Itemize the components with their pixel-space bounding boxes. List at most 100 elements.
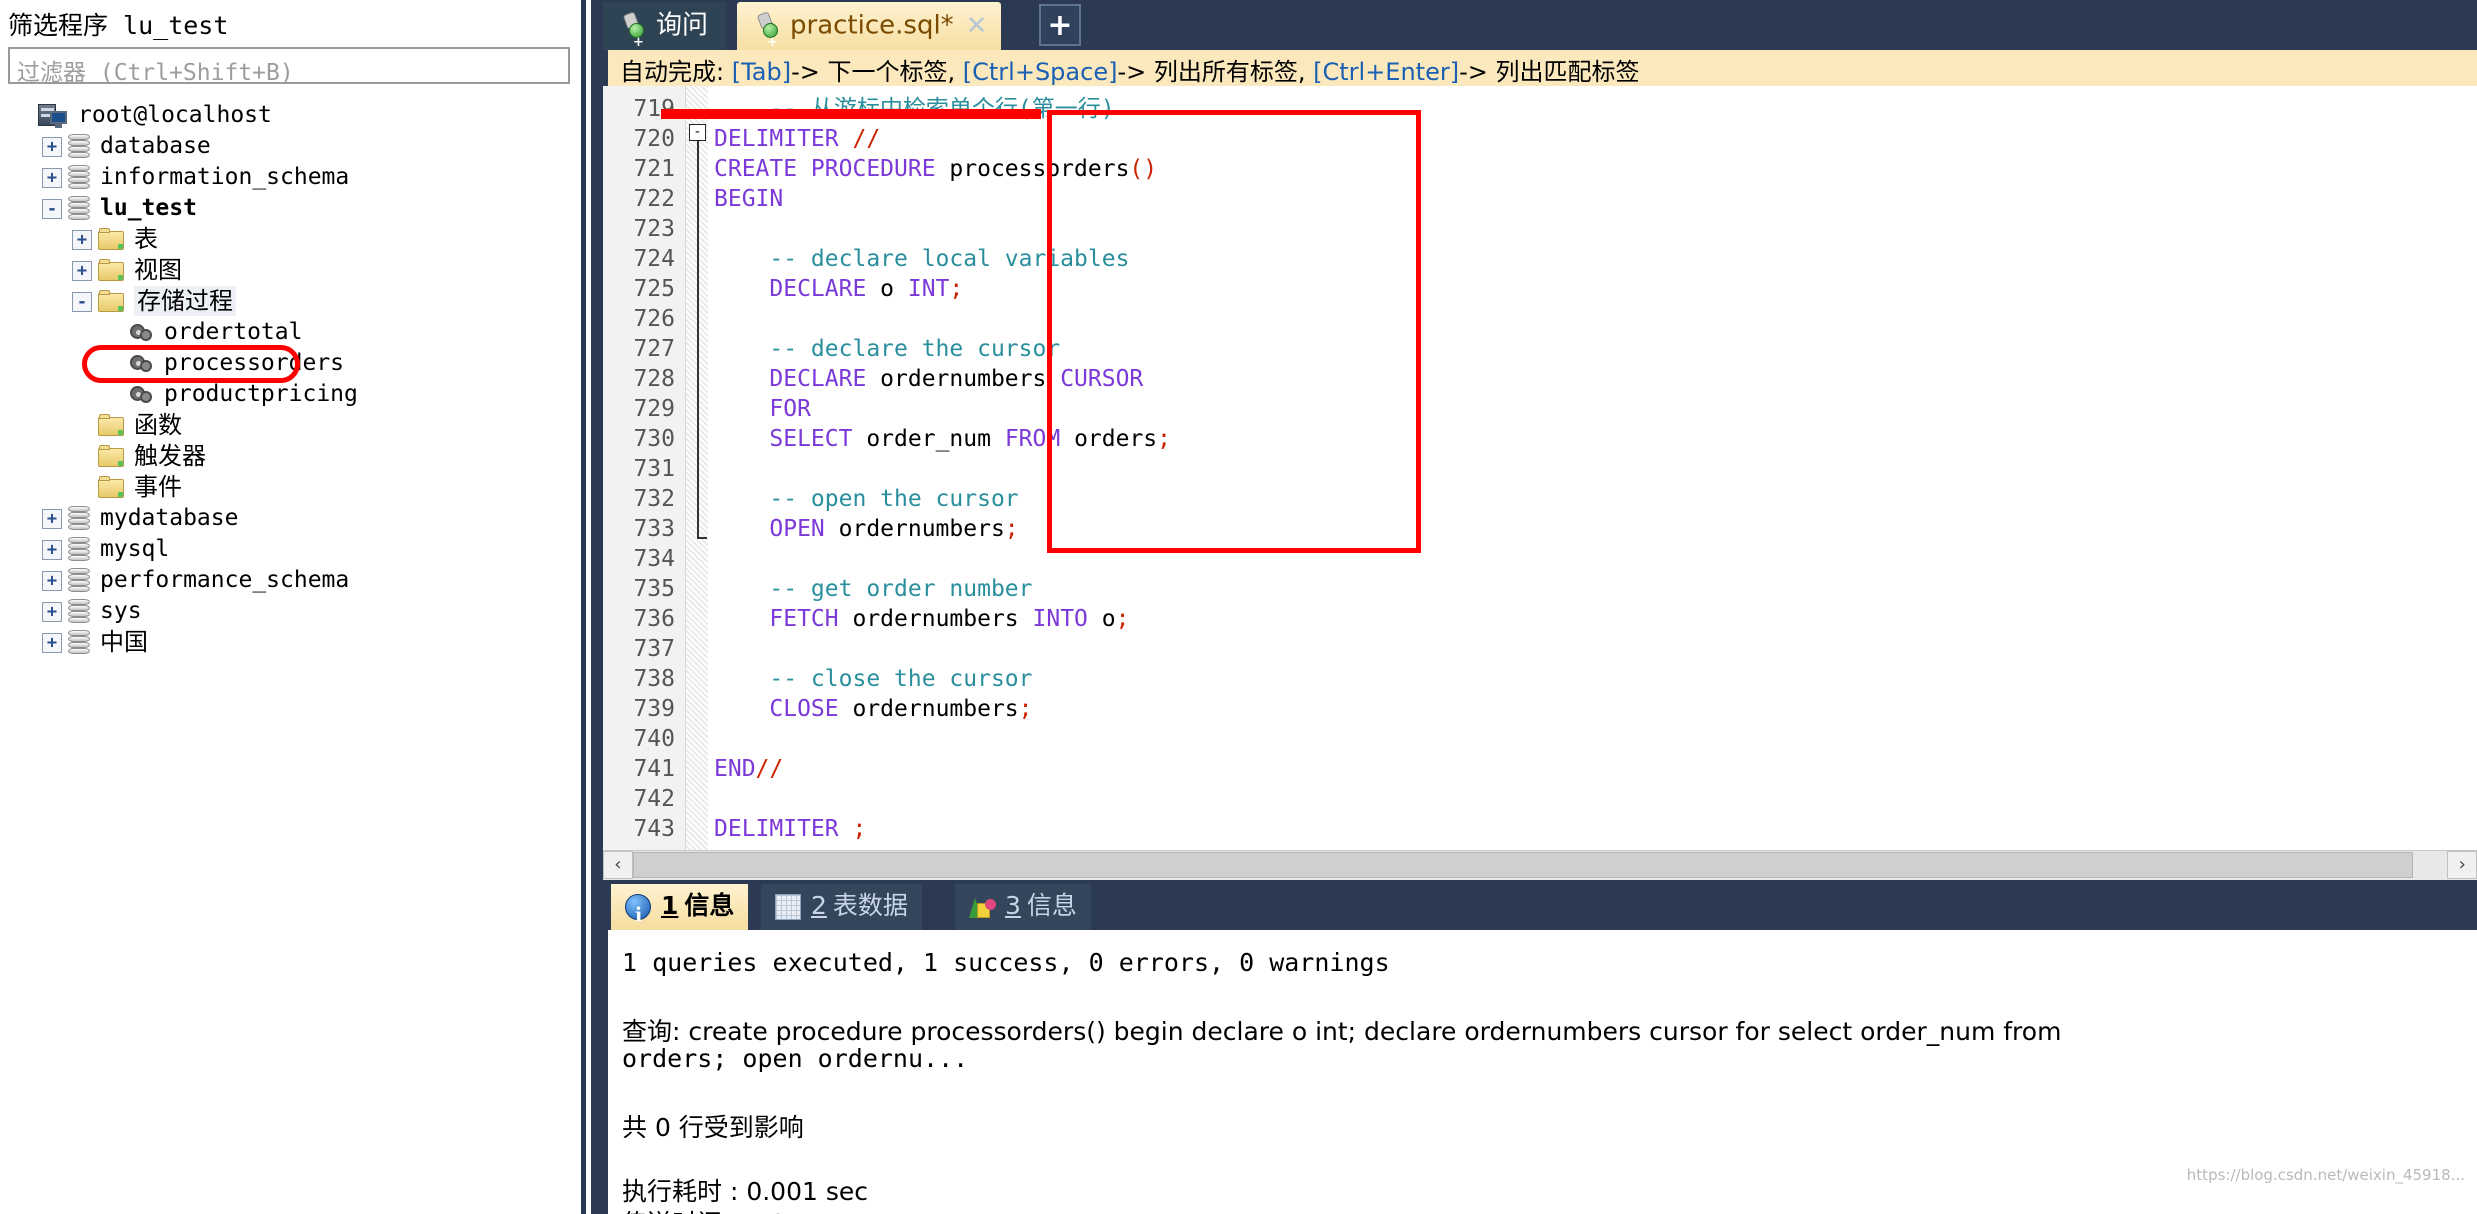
tree-item[interactable]: 事件 xyxy=(0,472,581,503)
tree-item[interactable]: + 中国 xyxy=(0,627,581,658)
code-line[interactable] xyxy=(714,454,728,484)
code-token: ; xyxy=(1157,426,1172,452)
tab-result-profile-label: 信息 xyxy=(1026,891,1077,920)
query-icon xyxy=(621,10,647,66)
code-text-area[interactable]: -- 从游标中检索单个行(第一行) DELIMITER //CREATE PROC… xyxy=(708,86,2477,850)
editor-horizontal-scrollbar[interactable]: ‹ › xyxy=(603,850,2477,880)
result-line-query-2: orders; open ordernu... xyxy=(622,1044,969,1073)
tree-item[interactable]: + database xyxy=(0,131,581,162)
tree-item[interactable]: + mysql xyxy=(0,534,581,565)
tree-expander-spacer xyxy=(72,416,92,436)
code-token: DELIMITER xyxy=(714,816,853,842)
code-token: -- 从游标中检索单个行(第一行) xyxy=(714,96,1115,122)
tab-result-info-label: 信息 xyxy=(684,891,735,920)
tab-result-profile[interactable]: 3 信息 xyxy=(955,884,1091,930)
tree-expander-toggle[interactable]: - xyxy=(42,198,62,219)
tree-item[interactable]: - 存储过程 xyxy=(0,286,581,317)
tab-query-label: 询问 xyxy=(656,10,709,41)
tree-item[interactable]: + 表 xyxy=(0,224,581,255)
code-line[interactable]: BEGIN xyxy=(714,184,783,214)
code-line[interactable]: -- close the cursor xyxy=(714,664,1032,694)
add-tab-button[interactable]: + xyxy=(1039,4,1081,46)
tree-expander-toggle[interactable]: - xyxy=(72,291,92,312)
folder-icon xyxy=(98,227,124,252)
code-line[interactable] xyxy=(714,304,728,334)
tree-item[interactable]: root@localhost xyxy=(0,100,581,131)
code-token: CREATE PROCEDURE xyxy=(714,156,950,182)
folder-icon xyxy=(98,475,124,500)
code-line[interactable]: -- get order number xyxy=(714,574,1032,604)
tree-item[interactable]: + 视图 xyxy=(0,255,581,286)
tree-item[interactable]: processorders xyxy=(0,348,581,379)
scroll-left-arrow[interactable]: ‹ xyxy=(603,851,633,879)
code-line[interactable] xyxy=(714,724,728,754)
code-token: ; xyxy=(1115,606,1130,632)
procedure-icon xyxy=(128,322,154,344)
code-line[interactable]: END// xyxy=(714,754,783,784)
tree-item-label: root@localhost xyxy=(78,102,272,128)
results-output-body: 1 queries executed, 1 success, 0 errors,… xyxy=(603,930,2477,1214)
tree-expander-toggle[interactable]: + xyxy=(42,136,62,157)
tree-item-label: 触发器 xyxy=(134,442,206,470)
code-line[interactable] xyxy=(714,634,728,664)
scrollbar-thumb[interactable] xyxy=(633,852,2413,878)
code-token: FROM xyxy=(1004,426,1075,452)
code-line[interactable]: -- declare local variables xyxy=(714,244,1129,274)
code-line[interactable]: DELIMITER // xyxy=(714,124,880,154)
code-token: () xyxy=(1129,156,1158,182)
tree-item[interactable]: productpricing xyxy=(0,379,581,410)
code-line[interactable] xyxy=(714,214,728,244)
code-line[interactable]: DECLARE ordernumbers CURSOR xyxy=(714,364,1143,394)
tree-expander-toggle[interactable]: + xyxy=(72,260,92,281)
fold-toggle-icon[interactable]: - xyxy=(689,124,706,141)
tree-item-label: 视图 xyxy=(134,256,182,284)
code-line[interactable]: FETCH ordernumbers INTO o; xyxy=(714,604,1129,634)
scroll-right-arrow[interactable]: › xyxy=(2447,851,2477,879)
tree-expander-toggle[interactable]: + xyxy=(42,570,62,591)
code-line[interactable]: -- open the cursor xyxy=(714,484,1018,514)
tree-item[interactable]: 触发器 xyxy=(0,441,581,472)
line-number: 732 xyxy=(633,486,675,512)
code-line[interactable] xyxy=(714,784,728,814)
code-line[interactable]: DELIMITER ; xyxy=(714,814,866,844)
tree-expander-spacer xyxy=(102,323,122,343)
line-number: 736 xyxy=(633,606,675,632)
tree-expander-toggle[interactable]: + xyxy=(42,508,62,529)
tree-expander-toggle[interactable]: + xyxy=(42,539,62,560)
tree-item[interactable]: + information_schema xyxy=(0,162,581,193)
tab-result-info-num: 1 xyxy=(661,891,679,920)
tree-item[interactable]: + sys xyxy=(0,596,581,627)
code-line[interactable]: CREATE PROCEDURE processorders() xyxy=(714,154,1157,184)
tab-practice-sql[interactable]: practice.sql* ✕ xyxy=(737,2,1002,66)
code-line[interactable]: FOR xyxy=(714,394,811,424)
sql-code-editor[interactable]: 719 720 721 722 723 724 725 726 727 728 729 730 731 7… xyxy=(603,86,2477,850)
hint-text-tab: -> 下一个标签, xyxy=(791,58,956,86)
tab-result-table-data[interactable]: 2 表数据 xyxy=(761,884,922,930)
code-line[interactable] xyxy=(714,544,728,574)
code-line[interactable]: SELECT order_num FROM orders; xyxy=(714,424,1171,454)
database-icon xyxy=(68,536,90,563)
tree-item[interactable]: + performance_schema xyxy=(0,565,581,596)
tree-item[interactable]: ordertotal xyxy=(0,317,581,348)
code-line[interactable]: OPEN ordernumbers; xyxy=(714,514,1018,544)
tree-item[interactable]: + mydatabase xyxy=(0,503,581,534)
tree-expander-toggle[interactable]: + xyxy=(42,167,62,188)
tab-query[interactable]: 询问 xyxy=(603,2,727,66)
tree-item[interactable]: - lu_test xyxy=(0,193,581,224)
tree-expander-toggle[interactable]: + xyxy=(42,632,62,653)
code-line[interactable]: CLOSE ordernumbers; xyxy=(714,694,1032,724)
close-icon[interactable]: ✕ xyxy=(966,3,988,49)
tree-expander-toggle[interactable]: + xyxy=(72,229,92,250)
filter-input[interactable]: 过滤器 (Ctrl+Shift+B) xyxy=(8,47,570,86)
tree-expander-toggle[interactable]: + xyxy=(42,601,62,622)
code-line[interactable]: -- 从游标中检索单个行(第一行) xyxy=(714,94,1115,124)
results-tab-strip: 1信息 2表数据 3信息 xyxy=(603,884,2477,937)
tree-item[interactable]: 函数 xyxy=(0,410,581,441)
code-line[interactable]: -- declare the cursor xyxy=(714,334,1060,364)
line-number: 735 xyxy=(633,576,675,602)
app-window: 筛选程序 lu_test 过滤器 (Ctrl+Shift+B) root@loc… xyxy=(0,0,2477,1214)
line-number: 738 xyxy=(633,666,675,692)
code-line[interactable]: DECLARE o INT; xyxy=(714,274,963,304)
tab-result-info[interactable]: 1信息 xyxy=(611,884,749,937)
hint-text-ctrl-space: -> 列出所有标签, xyxy=(1117,58,1306,86)
